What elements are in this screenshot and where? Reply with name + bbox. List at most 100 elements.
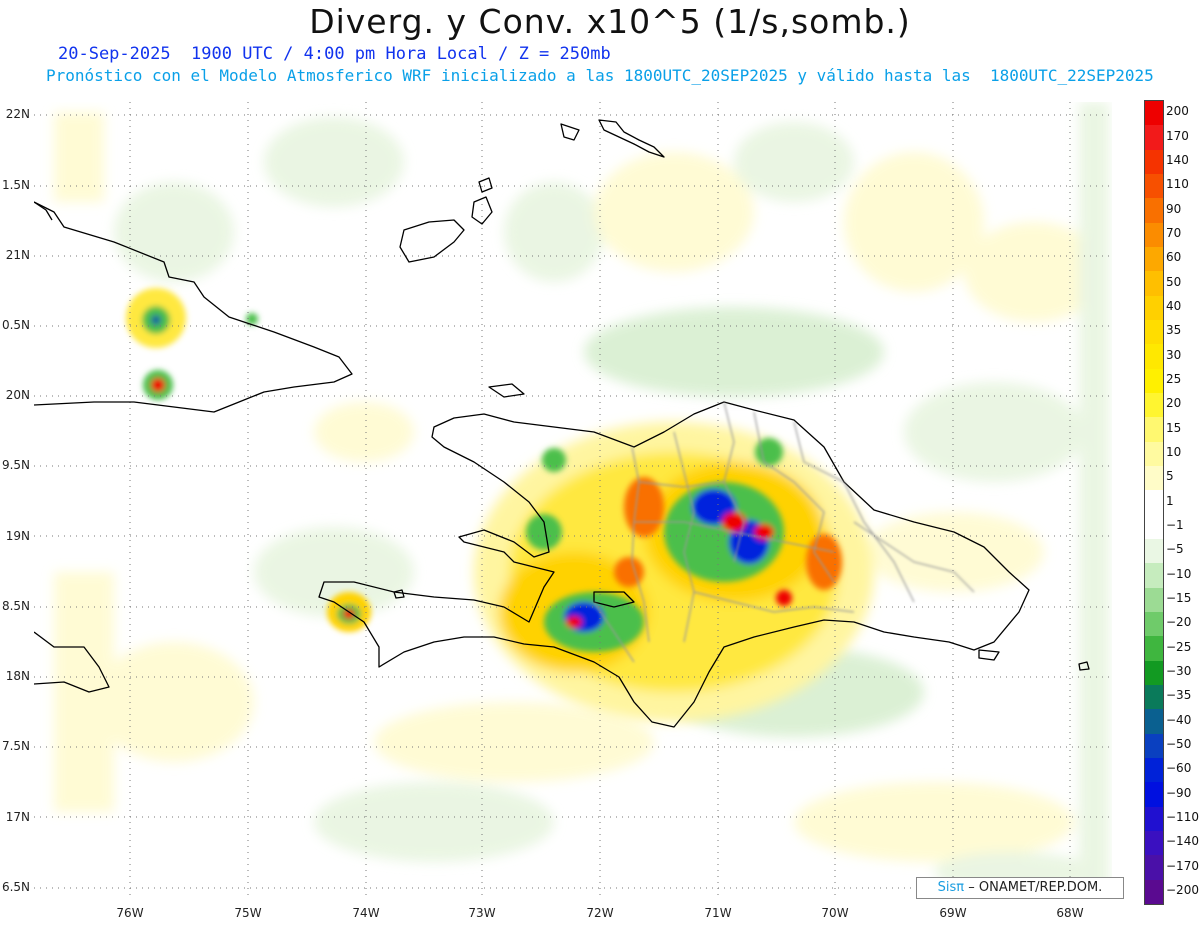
- colorbar-label: 15: [1166, 420, 1182, 435]
- lon-label-69w: 69W: [939, 906, 967, 920]
- colorbar-swatch: [1145, 368, 1163, 394]
- turks-coast: [598, 119, 665, 158]
- colorbar-swatch: [1145, 174, 1163, 199]
- colorbar-label: 20: [1166, 396, 1182, 411]
- cuba-north-key: [34, 201, 53, 221]
- colorbar-swatch: [1145, 855, 1163, 881]
- colorbar-label: −35: [1166, 688, 1192, 703]
- colorbar-label: 1: [1166, 493, 1174, 508]
- colorbar-label: −60: [1166, 761, 1192, 776]
- colorbar-label: −20: [1166, 615, 1192, 630]
- caicos-coast: [560, 123, 580, 141]
- lon-label-75w: 75W: [234, 906, 262, 920]
- colorbar-label: −110: [1166, 809, 1199, 824]
- colorbar-swatch: [1145, 806, 1163, 832]
- lat-label-18-5n: 8.5N: [1, 599, 30, 613]
- lon-label-71w: 71W: [704, 906, 732, 920]
- colorbar-swatch: [1145, 758, 1163, 783]
- colorbar-swatch: [1145, 441, 1163, 467]
- colorbar-swatch: [1145, 344, 1163, 370]
- colorbar-swatch: [1145, 247, 1163, 272]
- colorbar-label: −200: [1166, 882, 1199, 897]
- colorbar-label: 40: [1166, 298, 1182, 313]
- lat-label-20-5n: 0.5N: [1, 318, 30, 332]
- colorbar: [1144, 100, 1164, 905]
- colorbar-swatch: [1145, 539, 1163, 564]
- lat-label-17-5n: 7.5N: [1, 739, 30, 753]
- colorbar-label: −15: [1166, 590, 1192, 605]
- colorbar-label: 70: [1166, 225, 1182, 240]
- colorbar-label: −5: [1166, 542, 1184, 557]
- colorbar-label: 35: [1166, 323, 1182, 338]
- map-panel: [34, 102, 1112, 898]
- colorbar-label: 110: [1166, 177, 1189, 192]
- colorbar-swatch: [1145, 466, 1163, 491]
- colorbar-swatch: [1145, 198, 1163, 224]
- model-run-subtitle: Pronóstico con el Modelo Atmosferico WRF…: [46, 66, 1154, 85]
- colorbar-label: −1: [1166, 517, 1184, 532]
- colorbar-swatch: [1145, 733, 1163, 759]
- lat-label-21n: 21N: [5, 248, 30, 262]
- colorbar-swatch: [1145, 222, 1163, 248]
- colorbar-swatch: [1145, 636, 1163, 662]
- colorbar-swatch: [1145, 320, 1163, 345]
- credit-text: – ONAMET/REP.DOM.: [968, 880, 1103, 895]
- colorbar-swatch: [1145, 514, 1163, 540]
- colorbar-label: 10: [1166, 444, 1182, 459]
- colorbar-swatch: [1145, 417, 1163, 443]
- lat-label-21-5n: 1.5N: [1, 178, 30, 192]
- lat-label-18n: 18N: [5, 669, 30, 683]
- lat-label-17n: 17N: [5, 810, 30, 824]
- sispi-logo-text: Sisπ: [937, 880, 965, 895]
- colorbar-swatch: [1145, 612, 1163, 637]
- tortuga-coast: [488, 383, 525, 398]
- colorbar-swatch: [1145, 295, 1163, 321]
- date-time-subtitle: 20-Sep-2025 1900 UTC / 4:00 pm Hora Loca…: [58, 44, 611, 64]
- lon-label-68w: 68W: [1056, 906, 1084, 920]
- lat-label-19n: 19N: [5, 529, 30, 543]
- acklins-coast: [478, 177, 493, 193]
- colorbar-label: −40: [1166, 712, 1192, 727]
- colorbar-label: 140: [1166, 152, 1189, 167]
- lat-label-20n: 20N: [5, 388, 30, 402]
- colorbar-swatch: [1145, 563, 1163, 589]
- colorbar-swatch: [1145, 709, 1163, 735]
- colorbar-swatch: [1145, 782, 1163, 808]
- colorbar-label: −10: [1166, 566, 1192, 581]
- colorbar-swatch: [1145, 879, 1163, 905]
- colorbar-label: 60: [1166, 250, 1182, 265]
- colorbar-label: −90: [1166, 785, 1192, 800]
- colorbar-swatch: [1145, 271, 1163, 297]
- colorbar-label: −50: [1166, 736, 1192, 751]
- colorbar-label: −140: [1166, 834, 1199, 849]
- colorbar-label: −30: [1166, 663, 1192, 678]
- lon-label-73w: 73W: [468, 906, 496, 920]
- colorbar-label: −170: [1166, 858, 1199, 873]
- colorbar-label: 200: [1166, 104, 1189, 119]
- colorbar-label: 30: [1166, 347, 1182, 362]
- colorbar-swatch: [1145, 490, 1163, 516]
- lon-label-70w: 70W: [821, 906, 849, 920]
- colorbar-label: 90: [1166, 201, 1182, 216]
- colorbar-label: −25: [1166, 639, 1192, 654]
- colorbar-label: 5: [1166, 469, 1174, 484]
- colorbar-label: 50: [1166, 274, 1182, 289]
- colorbar-swatch: [1145, 660, 1163, 686]
- colorbar-label: 170: [1166, 128, 1189, 143]
- colorbar-swatch: [1145, 149, 1163, 175]
- lat-label-16-5n: 6.5N: [1, 880, 30, 894]
- lon-label-72w: 72W: [586, 906, 614, 920]
- colorbar-swatch: [1145, 393, 1163, 418]
- chart-title: Diverg. y Conv. x10^5 (1/s,somb.): [309, 2, 911, 41]
- colorbar-swatch: [1145, 101, 1163, 126]
- saona-coast: [978, 649, 1000, 661]
- colorbar-swatch: [1145, 125, 1163, 151]
- credit-box: Sisπ – ONAMET/REP.DOM.: [916, 877, 1124, 899]
- colorbar-label: 25: [1166, 371, 1182, 386]
- lon-label-74w: 74W: [352, 906, 380, 920]
- colorbar-swatch: [1145, 685, 1163, 710]
- lat-label-22n: 22N: [5, 107, 30, 121]
- lat-label-19-5n: 9.5N: [1, 458, 30, 472]
- lon-label-76w: 76W: [116, 906, 144, 920]
- colorbar-swatch: [1145, 587, 1163, 613]
